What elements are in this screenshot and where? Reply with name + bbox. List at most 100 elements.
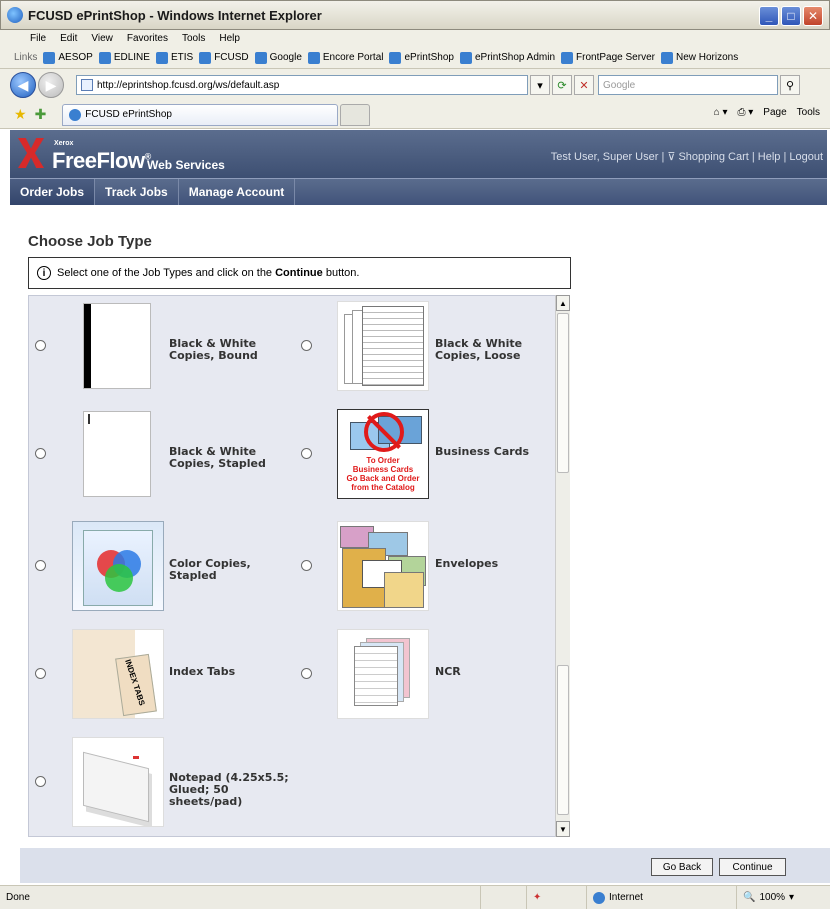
- continue-button[interactable]: Continue: [719, 858, 786, 876]
- tab-eprintshop[interactable]: FCUSD ePrintShop: [62, 103, 339, 126]
- link-etis[interactable]: ETIS: [155, 51, 194, 64]
- job-envelopes[interactable]: Envelopes: [295, 516, 555, 616]
- favorites-star-icon[interactable]: ★: [14, 106, 27, 123]
- job-index-tabs[interactable]: INDEX TABS Index Tabs: [29, 624, 289, 724]
- radio-button[interactable]: [35, 448, 46, 459]
- window-controls: _ □ ✕: [759, 6, 823, 26]
- search-icon[interactable]: ⚲: [780, 75, 800, 95]
- scroll-down-icon[interactable]: ▼: [556, 821, 570, 837]
- radio-button[interactable]: [35, 340, 46, 351]
- globe-icon: [199, 51, 212, 64]
- job-label: NCR: [435, 665, 461, 678]
- tab-title: FCUSD ePrintShop: [85, 109, 172, 120]
- stop-icon[interactable]: ✕: [574, 75, 594, 95]
- tools-menu[interactable]: Tools: [797, 107, 820, 118]
- links-label: Links: [14, 52, 38, 63]
- tab-order-jobs[interactable]: Order Jobs: [10, 179, 96, 205]
- link-new-horizons[interactable]: New Horizons: [660, 51, 738, 64]
- add-favorites-icon[interactable]: ✚: [35, 106, 47, 123]
- forward-nav-button[interactable]: ▶: [38, 72, 64, 98]
- menu-bar: File Edit View Favorites Tools Help: [0, 30, 830, 47]
- chevron-down-icon: ▾: [789, 892, 795, 903]
- new-tab-button[interactable]: [340, 103, 371, 126]
- link-eprintshop[interactable]: ePrintShop: [389, 51, 454, 64]
- job-label: Envelopes: [435, 557, 499, 570]
- dropdown-icon[interactable]: ▾: [530, 75, 550, 95]
- zoom-control[interactable]: 🔍 100% ▾: [736, 886, 816, 909]
- address-input[interactable]: http://eprintshop.fcusd.org/ws/default.a…: [76, 75, 528, 95]
- job-bw-stapled[interactable]: Black & White Copies, Stapled: [29, 404, 289, 504]
- edline-icon: [98, 51, 111, 64]
- job-bw-loose[interactable]: Black & White Copies, Loose: [295, 296, 555, 396]
- tab-track-jobs[interactable]: Track Jobs: [95, 179, 179, 205]
- job-label: Business Cards: [435, 445, 530, 458]
- menu-view[interactable]: View: [91, 33, 113, 44]
- job-business-cards[interactable]: To Order Business Cards Go Back and Order f…: [295, 404, 555, 504]
- menu-edit[interactable]: Edit: [60, 33, 77, 44]
- status-bar: Done ✦ Internet 🔍 100% ▾: [0, 885, 830, 909]
- user-links[interactable]: Test User, Super User | ⊽ Shopping Cart …: [551, 150, 823, 163]
- link-label: ETIS: [170, 52, 194, 63]
- search-input[interactable]: Google: [598, 75, 778, 95]
- link-label: FrontPage Server: [576, 52, 655, 63]
- menu-tools[interactable]: Tools: [182, 33, 205, 44]
- ie-logo-icon: [7, 7, 23, 23]
- link-fcusd[interactable]: FCUSD: [199, 51, 249, 64]
- back-nav-button[interactable]: ◀: [10, 72, 36, 98]
- radio-button[interactable]: [301, 340, 312, 351]
- menu-favorites[interactable]: Favorites: [127, 33, 168, 44]
- bound-copies-image: [83, 303, 151, 389]
- link-label: EDLINE: [113, 52, 150, 63]
- job-list-scrollbar[interactable]: ▲ ▼: [555, 295, 570, 837]
- job-bw-bound[interactable]: Black & White Copies, Bound: [29, 296, 289, 396]
- window-titlebar: FCUSD ePrintShop - Windows Internet Expl…: [0, 0, 830, 30]
- form-footer: Go Back Continue: [20, 848, 830, 883]
- notepad-image: [72, 737, 164, 827]
- page-icon: [81, 79, 93, 91]
- scroll-up-icon[interactable]: ▲: [556, 295, 570, 311]
- job-ncr[interactable]: NCR: [295, 624, 555, 724]
- xerox-wordmark: Xerox: [54, 140, 74, 147]
- job-color-stapled[interactable]: Color Copies, Stapled: [29, 516, 289, 616]
- page-content: Choose Job Type i Select one of the Job …: [10, 205, 830, 885]
- link-eprintshop-admin[interactable]: ePrintShop Admin: [459, 51, 555, 64]
- go-back-button[interactable]: Go Back: [651, 858, 713, 876]
- link-edline[interactable]: EDLINE: [98, 51, 150, 64]
- link-encore[interactable]: Encore Portal: [307, 51, 383, 64]
- refresh-icon[interactable]: ⟳: [552, 75, 572, 95]
- radio-button[interactable]: [301, 668, 312, 679]
- radio-button[interactable]: [301, 560, 312, 571]
- info-icon: i: [37, 266, 51, 280]
- link-label: AESOP: [58, 52, 93, 63]
- menu-help[interactable]: Help: [219, 33, 240, 44]
- page-menu[interactable]: Page: [763, 107, 786, 118]
- loose-copies-image: [337, 301, 429, 391]
- radio-button[interactable]: [35, 668, 46, 679]
- minimize-button[interactable]: _: [759, 6, 779, 26]
- address-url: http://eprintshop.fcusd.org/ws/default.a…: [97, 79, 280, 91]
- radio-button[interactable]: [35, 560, 46, 571]
- links-bar: Links AESOP EDLINE ETIS FCUSD Google Enc…: [0, 47, 830, 69]
- radio-button[interactable]: [301, 448, 312, 459]
- scroll-thumb-lower[interactable]: [557, 665, 569, 815]
- page-icon: [155, 51, 168, 64]
- job-label: Black & White Copies, Bound: [169, 337, 258, 362]
- status-text: Done: [6, 892, 30, 903]
- link-google[interactable]: Google: [254, 51, 302, 64]
- link-aesop[interactable]: AESOP: [43, 51, 93, 64]
- job-notepad[interactable]: Notepad (4.25x5.5; Glued; 50 sheets/pad): [29, 732, 289, 832]
- print-icon[interactable]: ⎙ ▾: [737, 107, 753, 118]
- radio-button[interactable]: [35, 776, 46, 787]
- maximize-button[interactable]: □: [781, 6, 801, 26]
- main-nav: Order Jobs Track Jobs Manage Account: [10, 178, 827, 205]
- info-text: Select one of the Job Types and click on…: [57, 267, 360, 279]
- globe-icon: [593, 891, 605, 904]
- tab-manage-account[interactable]: Manage Account: [179, 179, 296, 205]
- product-subtitle: Web Services: [147, 158, 225, 172]
- menu-file[interactable]: File: [30, 33, 46, 44]
- close-button[interactable]: ✕: [803, 6, 823, 26]
- window-title: FCUSD ePrintShop - Windows Internet Expl…: [28, 7, 322, 23]
- link-frontpage[interactable]: FrontPage Server: [561, 51, 655, 64]
- home-icon[interactable]: ⌂ ▾: [714, 107, 728, 118]
- scroll-thumb[interactable]: [557, 313, 569, 473]
